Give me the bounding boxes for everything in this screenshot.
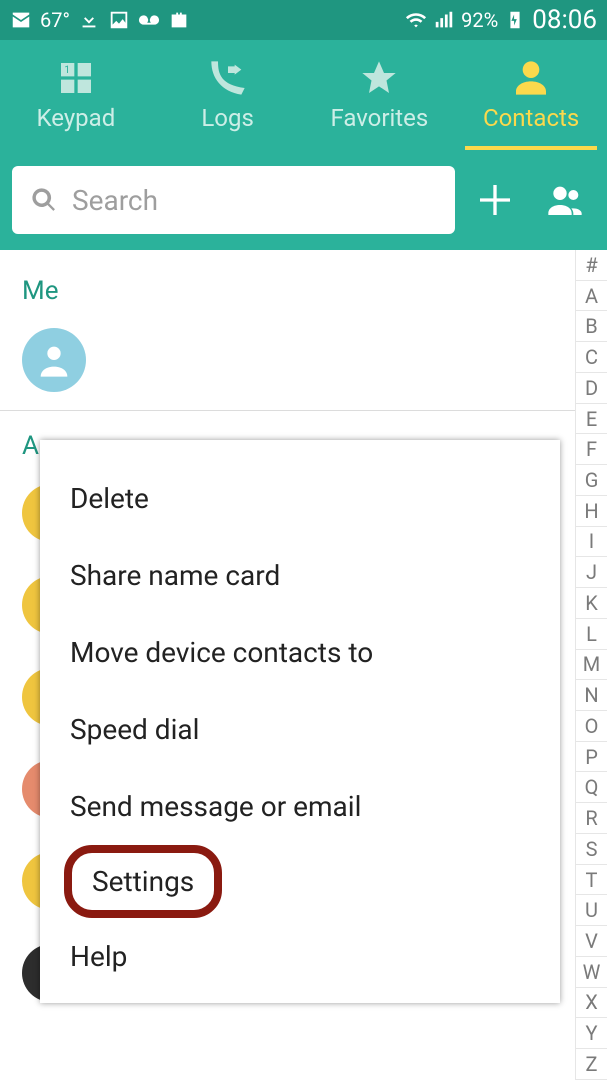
battery-percent: 92% xyxy=(461,8,498,32)
logs-icon xyxy=(208,58,248,98)
avatar-icon xyxy=(34,340,74,380)
battery-charging-icon xyxy=(504,9,526,31)
menu-help[interactable]: Help xyxy=(40,918,560,995)
group-button[interactable] xyxy=(535,170,595,230)
index-h[interactable]: H xyxy=(575,496,607,527)
index-e[interactable]: E xyxy=(575,404,607,435)
index-l[interactable]: L xyxy=(575,619,607,650)
index-d[interactable]: D xyxy=(575,373,607,404)
me-avatar[interactable] xyxy=(22,328,86,392)
tab-keypad[interactable]: 1 Keypad xyxy=(0,40,152,150)
search-icon xyxy=(30,186,58,214)
index-n[interactable]: N xyxy=(575,680,607,711)
index-o[interactable]: O xyxy=(575,711,607,742)
tab-logs-label: Logs xyxy=(201,104,253,132)
index-b[interactable]: B xyxy=(575,311,607,342)
index-x[interactable]: X xyxy=(575,988,607,1019)
signal-icon xyxy=(433,9,455,31)
menu-move-contacts[interactable]: Move device contacts to xyxy=(40,614,560,691)
star-icon xyxy=(359,58,399,98)
index-f[interactable]: F xyxy=(575,434,607,465)
tab-contacts-label: Contacts xyxy=(483,104,579,132)
add-button[interactable] xyxy=(465,170,525,230)
index-y[interactable]: Y xyxy=(575,1018,607,1049)
index-strip[interactable]: # A B C D E F G H I J K L M N O P Q R S … xyxy=(575,250,607,1080)
wifi-icon xyxy=(405,9,427,31)
index-s[interactable]: S xyxy=(575,834,607,865)
section-me-header: Me xyxy=(0,250,607,316)
status-bar: 67° 92% 08:06 xyxy=(0,0,607,40)
mail-icon xyxy=(10,9,32,31)
index-g[interactable]: G xyxy=(575,465,607,496)
plus-icon xyxy=(475,180,515,220)
tab-bar: 1 Keypad Logs Favorites Contacts xyxy=(0,40,607,150)
menu-send-message[interactable]: Send message or email xyxy=(40,768,560,845)
search-placeholder: Search xyxy=(72,184,158,217)
search-row: Search xyxy=(0,150,607,250)
index-w[interactable]: W xyxy=(575,957,607,988)
tab-favorites-label: Favorites xyxy=(330,104,428,132)
download-icon xyxy=(78,9,100,31)
index-p[interactable]: P xyxy=(575,742,607,773)
voicemail-icon xyxy=(138,9,160,31)
index-t[interactable]: T xyxy=(575,865,607,896)
menu-settings[interactable]: Settings xyxy=(64,845,222,918)
index-c[interactable]: C xyxy=(575,342,607,373)
briefcase-icon xyxy=(168,9,190,31)
menu-delete[interactable]: Delete xyxy=(40,460,560,537)
context-menu: Delete Share name card Move device conta… xyxy=(40,440,560,1003)
tab-keypad-label: Keypad xyxy=(37,104,116,132)
content-area: Me A Delete Share name card Move device … xyxy=(0,250,607,1080)
index-v[interactable]: V xyxy=(575,926,607,957)
index-i[interactable]: I xyxy=(575,527,607,558)
index-a[interactable]: A xyxy=(575,281,607,312)
index-k[interactable]: K xyxy=(575,588,607,619)
index-hash[interactable]: # xyxy=(575,250,607,281)
tab-logs[interactable]: Logs xyxy=(152,40,304,150)
keypad-icon: 1 xyxy=(56,58,96,98)
group-icon xyxy=(545,180,585,220)
temperature: 67° xyxy=(40,8,70,32)
picture-icon xyxy=(108,9,130,31)
index-m[interactable]: M xyxy=(575,650,607,681)
tab-contacts[interactable]: Contacts xyxy=(455,40,607,150)
index-z[interactable]: Z xyxy=(575,1049,607,1080)
tab-favorites[interactable]: Favorites xyxy=(304,40,456,150)
search-input[interactable]: Search xyxy=(12,166,455,234)
index-u[interactable]: U xyxy=(575,895,607,926)
person-icon xyxy=(511,58,551,98)
clock-time: 08:06 xyxy=(532,5,597,35)
menu-share-name-card[interactable]: Share name card xyxy=(40,537,560,614)
index-r[interactable]: R xyxy=(575,803,607,834)
menu-speed-dial[interactable]: Speed dial xyxy=(40,691,560,768)
index-j[interactable]: J xyxy=(575,557,607,588)
svg-text:1: 1 xyxy=(64,65,70,76)
index-q[interactable]: Q xyxy=(575,772,607,803)
